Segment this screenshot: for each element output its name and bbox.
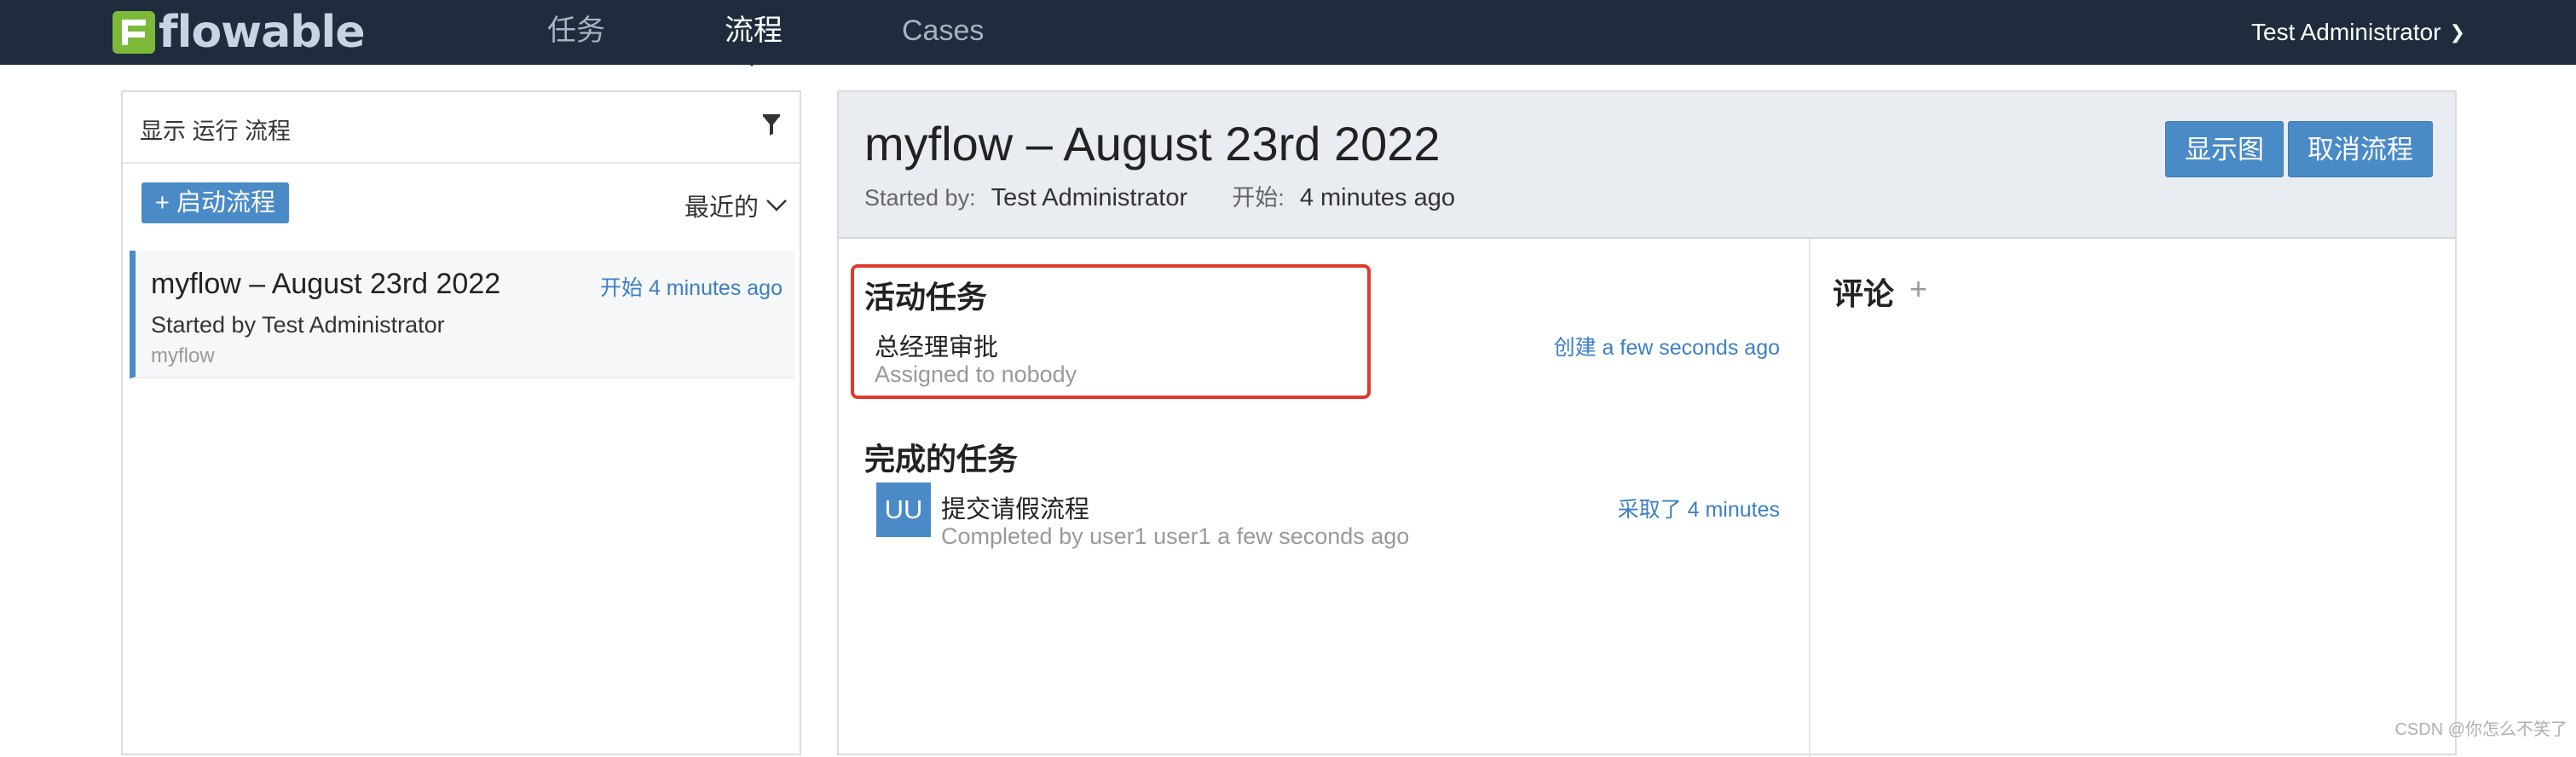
comments-column: 评论 +: [1809, 239, 2457, 757]
active-task-created: 创建 a few seconds ago: [1553, 336, 1780, 360]
cancel-process-button[interactable]: 取消流程: [2288, 121, 2433, 177]
list-item[interactable]: myflow – August 23rd 2022 开始 4 minutes a…: [130, 251, 794, 378]
nav-tab-tasks[interactable]: 任务: [547, 0, 605, 65]
top-navbar: flowable 任务 流程 Cases Test Administrator …: [0, 0, 2576, 65]
comments-title: 评论: [1833, 276, 1895, 311]
add-comment-icon[interactable]: +: [1909, 271, 1927, 307]
nav-tab-cases[interactable]: Cases: [902, 0, 984, 65]
watermark: CSDN @你怎么不笑了: [2394, 720, 2567, 739]
process-definition: myflow: [151, 344, 215, 367]
completed-task-duration: 采取了 4 minutes: [1617, 498, 1780, 522]
completed-task-name[interactable]: 提交请假流程: [941, 489, 1089, 525]
user-menu[interactable]: Test Administrator ❯: [2251, 0, 2465, 65]
completed-task-by: Completed by user1 user1 a few seconds a…: [941, 523, 1410, 549]
flowable-logo-icon: [113, 11, 155, 54]
process-started-by: Started by Test Administrator: [151, 312, 445, 338]
start-time-value: 4 minutes ago: [1299, 184, 1455, 211]
process-meta: Started by: Test Administrator 开始: 4 min…: [864, 179, 1455, 212]
chevron-down-icon: ❯: [2449, 21, 2465, 43]
detail-header: myflow – August 23rd 2022 Started by: Te…: [839, 92, 2455, 239]
process-detail-panel: myflow – August 23rd 2022 Started by: Te…: [837, 90, 2457, 757]
process-start-time: 开始 4 minutes ago: [600, 276, 783, 300]
flowable-logo[interactable]: flowable: [113, 7, 366, 58]
active-tasks-title: 活动任务: [864, 280, 988, 315]
active-task-name[interactable]: 总经理审批: [875, 327, 998, 363]
filter-bar: 显示 运行 流程: [123, 92, 800, 164]
nav-tab-processes[interactable]: 流程: [725, 0, 783, 65]
completed-tasks-title: 完成的任务: [864, 442, 1019, 477]
active-tab-caret: [742, 56, 762, 66]
filter-icon[interactable]: [762, 114, 781, 136]
start-process-button[interactable]: + 启动流程: [142, 182, 289, 223]
tasks-column: 活动任务 总经理审批 Assigned to nobody 创建 a few s…: [839, 239, 1809, 757]
started-by-label: Started by:: [864, 185, 976, 211]
started-by-value: Test Administrator: [991, 184, 1188, 211]
start-label: 开始:: [1232, 185, 1285, 211]
show-diagram-button[interactable]: 显示图: [2165, 121, 2284, 177]
logo-text: flowable: [159, 7, 366, 58]
active-task-assignee: Assigned to nobody: [875, 361, 1077, 387]
user-name: Test Administrator: [2251, 19, 2441, 45]
avatar: UU: [876, 483, 931, 537]
process-title: myflow – August 23rd 2022: [151, 268, 501, 300]
sort-label: 最近的: [684, 194, 759, 222]
filter-label[interactable]: 显示 运行 流程: [140, 113, 291, 146]
process-list-panel: 显示 运行 流程 + 启动流程 最近的 myflow – August 23rd…: [121, 90, 801, 755]
page-title: myflow – August 23rd 2022: [864, 117, 1441, 170]
chevron-down-icon: [766, 199, 787, 211]
list-toolbar: + 启动流程 最近的: [123, 164, 800, 249]
sort-dropdown[interactable]: 最近的: [684, 188, 788, 223]
